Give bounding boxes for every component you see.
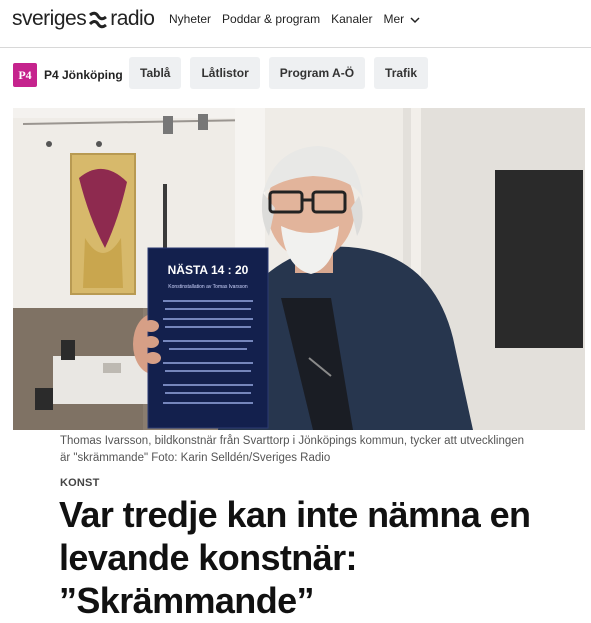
chevron-down-icon: [410, 17, 420, 24]
logo-text-left: sveriges: [12, 7, 87, 30]
article-category[interactable]: KONST: [60, 477, 100, 489]
main-nav: Nyheter Poddar & program Kanaler Mer: [169, 12, 431, 26]
nav-news[interactable]: Nyheter: [169, 12, 211, 26]
header-divider: [0, 47, 591, 48]
nav-more[interactable]: Mer: [383, 12, 420, 26]
channel-tabs: Tablå Låtlistor Program A-Ö Trafik: [129, 57, 437, 89]
tab-playlists[interactable]: Låtlistor: [190, 57, 260, 89]
channel-brand[interactable]: P4 P4 Jönköping: [13, 63, 123, 87]
poster-title: NÄSTA 14 : 20: [168, 262, 249, 277]
nav-channels[interactable]: Kanaler: [331, 12, 372, 26]
gallery-photo: NÄSTA 14 : 20 Konstinstallation av Tomas…: [13, 108, 585, 430]
article-hero-image: NÄSTA 14 : 20 Konstinstallation av Tomas…: [13, 108, 585, 430]
tab-programs[interactable]: Program A-Ö: [268, 57, 366, 89]
article-headline: Var tredje kan inte nämna en levande kon…: [59, 494, 531, 621]
channel-name: P4 Jönköping: [44, 68, 123, 82]
tab-schedule[interactable]: Tablå: [129, 57, 182, 89]
sveriges-radio-logo[interactable]: sveriges radio: [12, 6, 155, 32]
logo-text-right: radio: [110, 7, 155, 30]
top-navigation: sveriges radio Nyheter Poddar & program …: [0, 0, 591, 44]
poster-subtitle: Konstinstallation av Tomas Ivarsson: [168, 284, 248, 290]
p4-logo-icon: P4: [13, 63, 37, 87]
nav-podcasts[interactable]: Poddar & program: [222, 12, 320, 26]
image-caption: Thomas Ivarsson, bildkonstnär från Svart…: [60, 435, 525, 464]
sr-logo-icon: [89, 11, 108, 29]
nav-more-label: Mer: [383, 12, 405, 26]
tab-traffic[interactable]: Trafik: [374, 57, 429, 89]
